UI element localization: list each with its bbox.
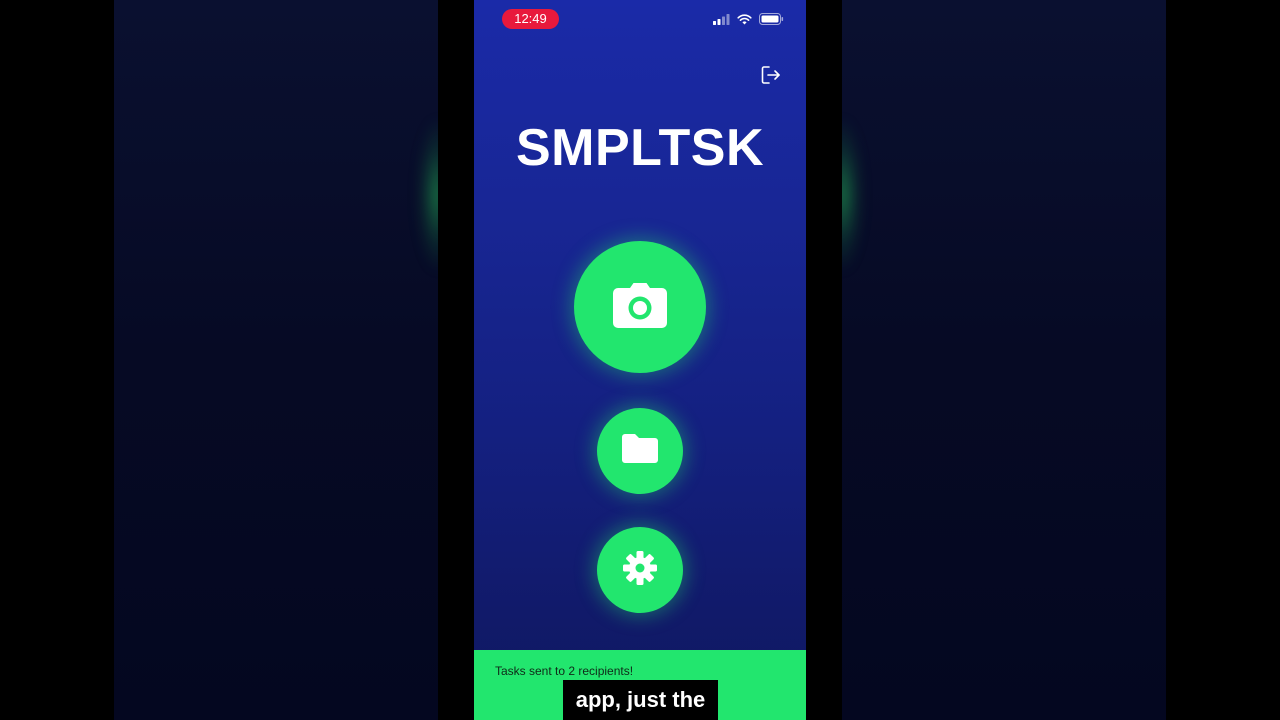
background-glow: [418, 120, 438, 270]
status-bar: 12:49: [474, 0, 806, 40]
folder-icon: [622, 434, 658, 468]
blurred-background-right: [842, 0, 1166, 720]
app-title: SMPLTSK: [515, 119, 765, 177]
video-frame: 12:49 SMPLTSK Tasks sent to 2 recipients…: [0, 0, 1280, 720]
toast-message: Tasks sent to 2 recipients!: [495, 664, 634, 678]
camera-icon: [613, 282, 667, 333]
status-time: 12:49: [502, 9, 559, 29]
blurred-background-left: [114, 0, 438, 720]
video-caption: app, just the: [563, 680, 718, 720]
battery-icon: [759, 12, 784, 30]
phone-screen: 12:49 SMPLTSK Tasks sent to 2 recipients…: [474, 0, 806, 720]
logout-button[interactable]: [760, 64, 782, 86]
settings-button[interactable]: [597, 527, 683, 613]
folder-button[interactable]: [597, 408, 683, 494]
wifi-icon: [737, 12, 752, 30]
camera-button[interactable]: [574, 241, 706, 373]
cellular-signal-icon: [713, 12, 730, 30]
gear-icon: [622, 550, 658, 591]
background-glow: [842, 120, 862, 270]
logout-icon: [760, 66, 782, 90]
status-icons: [713, 12, 784, 30]
